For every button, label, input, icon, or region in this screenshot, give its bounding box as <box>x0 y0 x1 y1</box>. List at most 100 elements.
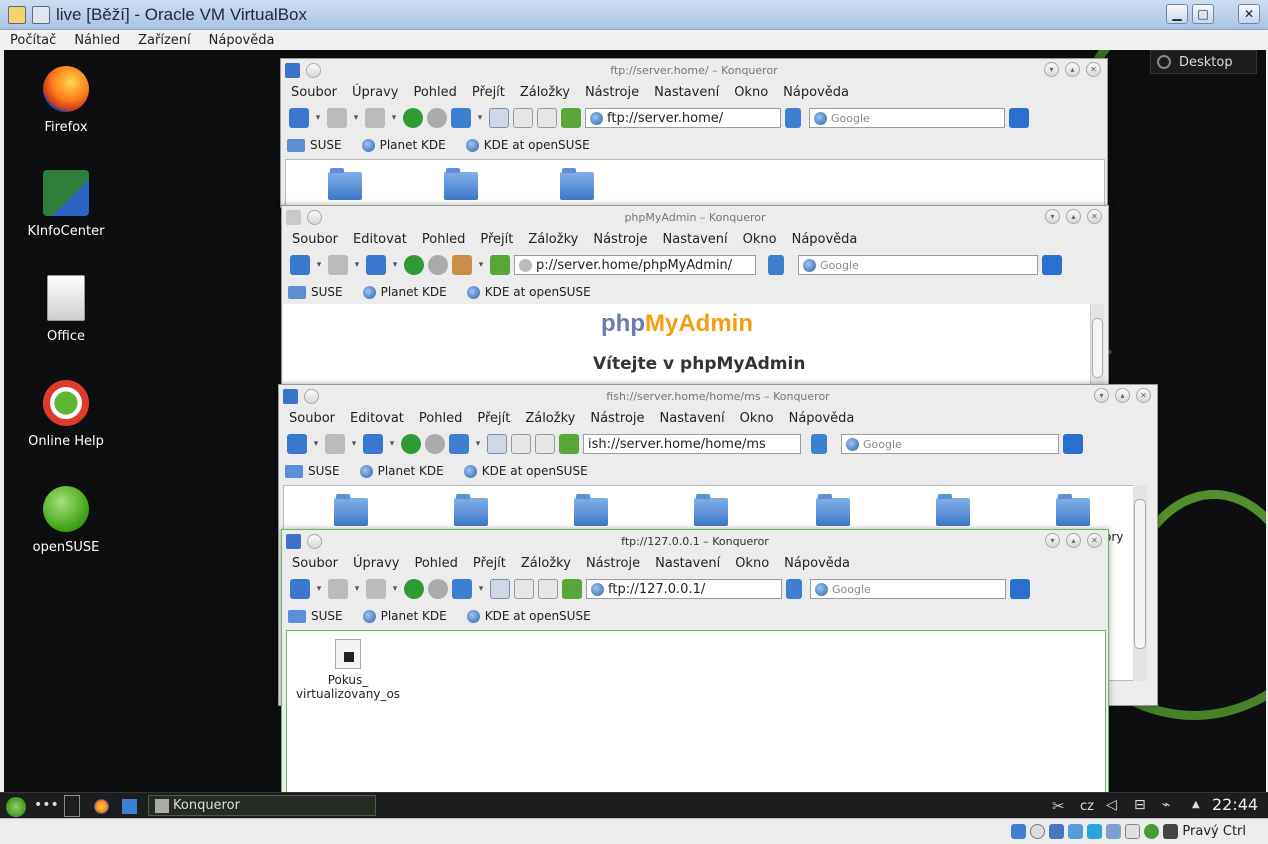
shared-folders-icon[interactable] <box>1068 824 1084 839</box>
folder-icon[interactable] <box>694 494 728 526</box>
menu-okno[interactable]: Okno <box>735 556 769 571</box>
home-icon[interactable] <box>452 255 472 275</box>
network-icon[interactable]: ⌁ <box>1162 797 1170 813</box>
firefox-launcher-icon[interactable] <box>94 799 109 814</box>
bookmark-kde-opensuse[interactable]: KDE at openSUSE <box>466 609 591 623</box>
home-folder-icon[interactable] <box>452 579 472 599</box>
menu-pohled[interactable]: Pohled <box>419 411 462 426</box>
menu-prejit[interactable]: Přejít <box>480 232 513 247</box>
tray-expand-icon[interactable]: ▲ <box>1192 799 1200 810</box>
folder-icon[interactable] <box>1056 494 1090 526</box>
web-page-view[interactable]: phpMyAdmin Vítejte v phpMyAdmin <box>283 304 1091 394</box>
konqueror-icon[interactable] <box>285 63 300 78</box>
menu-upravy[interactable]: Úpravy <box>352 85 398 100</box>
bookmark-kde-opensuse[interactable]: KDE at openSUSE <box>465 138 590 152</box>
search-box[interactable]: Google <box>841 434 1059 454</box>
minimize-icon[interactable]: ▾ <box>1044 62 1059 77</box>
hard-disk-icon[interactable] <box>1011 824 1027 839</box>
download-icon[interactable] <box>490 255 510 275</box>
forward-icon[interactable] <box>328 579 348 599</box>
konqueror-window-ftp-localhost[interactable]: ftp://127.0.0.1 – Konqueror ▾ ▴ ✕ Soubor Ú… <box>281 529 1109 793</box>
kde-logo-icon[interactable] <box>1063 434 1083 454</box>
scrollbar[interactable] <box>1133 485 1147 681</box>
menu-napoveda[interactable]: Nápověda <box>792 232 858 247</box>
menu-nastroje[interactable]: Nástroje <box>593 232 647 247</box>
scrollbar-thumb[interactable] <box>1134 499 1146 649</box>
reload-icon[interactable] <box>403 108 423 128</box>
menu-prejit[interactable]: Přejít <box>477 411 510 426</box>
file-manager-launcher-icon[interactable] <box>122 799 137 814</box>
folder-icon[interactable] <box>936 494 970 526</box>
download-icon[interactable] <box>561 108 581 128</box>
search-box[interactable]: Google <box>798 255 1038 275</box>
kde-logo-icon[interactable] <box>1010 579 1030 599</box>
home-folder-icon[interactable] <box>451 108 471 128</box>
menu-nastaveni[interactable]: Nastavení <box>663 232 728 247</box>
file-view[interactable]: Pokus_ virtualizovany_os <box>286 630 1106 792</box>
window-titlebar[interactable]: phpMyAdmin – Konqueror ▾ ▴ ✕ <box>282 206 1108 228</box>
up-icon[interactable] <box>365 108 385 128</box>
menu-pohled[interactable]: Pohled <box>414 556 457 571</box>
menu-napoveda[interactable]: Nápověda <box>789 411 855 426</box>
bookmark-planet-kde[interactable]: Planet KDE <box>359 464 444 478</box>
reload-icon[interactable] <box>404 255 424 275</box>
host-key-icon[interactable] <box>1163 824 1179 839</box>
konqueror-icon[interactable] <box>286 534 301 549</box>
tree-view-icon[interactable] <box>537 108 557 128</box>
bookmark-suse[interactable]: SUSE <box>288 285 343 299</box>
bookmark-planet-kde[interactable]: Planet KDE <box>362 609 447 623</box>
kde-logo-icon[interactable] <box>1009 108 1029 128</box>
menu-prejit[interactable]: Přejít <box>472 85 505 100</box>
menu-prejit[interactable]: Přejít <box>473 556 506 571</box>
close-button[interactable]: ✕ <box>1238 4 1260 24</box>
bookmark-kde-opensuse[interactable]: KDE at openSUSE <box>466 285 591 299</box>
folder-icon[interactable] <box>328 168 362 200</box>
search-box[interactable]: Google <box>809 108 1005 128</box>
file-item[interactable]: Pokus_ virtualizovany_os <box>293 639 403 701</box>
go-icon[interactable] <box>786 579 802 599</box>
menu-nastaveni[interactable]: Nastavení <box>654 85 719 100</box>
menu-zalozky[interactable]: Záložky <box>521 556 571 571</box>
forward-icon[interactable] <box>328 255 348 275</box>
display-icon[interactable] <box>1087 824 1103 839</box>
icon-view-icon[interactable] <box>489 108 509 128</box>
tree-view-icon[interactable] <box>535 434 555 454</box>
maximize-icon[interactable]: ▴ <box>1065 62 1080 77</box>
application-launcher-icon[interactable] <box>6 797 26 817</box>
folder-icon[interactable] <box>444 168 478 200</box>
desktop-icon-firefox[interactable]: Firefox <box>14 66 118 135</box>
pin-icon[interactable] <box>307 210 322 225</box>
folder-icon[interactable] <box>574 494 608 526</box>
forward-icon[interactable] <box>327 108 347 128</box>
stop-icon[interactable] <box>427 108 447 128</box>
stop-icon[interactable] <box>428 579 448 599</box>
menu-editovat[interactable]: Editovat <box>350 411 404 426</box>
desktop-icon-opensuse[interactable]: openSUSE <box>14 486 118 555</box>
tree-view-icon[interactable] <box>538 579 558 599</box>
window-titlebar[interactable]: ftp://127.0.0.1 – Konqueror ▾ ▴ ✕ <box>282 530 1108 552</box>
maximize-icon[interactable]: ▴ <box>1066 209 1081 224</box>
go-icon[interactable] <box>811 434 827 454</box>
home-folder-icon[interactable] <box>449 434 469 454</box>
location-bar[interactable]: ftp://server.home/ <box>585 108 781 128</box>
icon-view-icon[interactable] <box>487 434 507 454</box>
network-adapter-icon[interactable] <box>1125 824 1141 839</box>
volume-icon[interactable]: ◁ <box>1106 797 1117 813</box>
menu-soubor[interactable]: Soubor <box>292 232 338 247</box>
forward-icon[interactable] <box>325 434 345 454</box>
scrollbar[interactable] <box>1090 304 1104 394</box>
pin-icon[interactable] <box>307 534 322 549</box>
folder-icon[interactable] <box>560 168 594 200</box>
download-icon[interactable] <box>559 434 579 454</box>
back-icon[interactable] <box>289 108 309 128</box>
bookmark-suse[interactable]: SUSE <box>287 138 342 152</box>
menu-zalozky[interactable]: Záložky <box>528 232 578 247</box>
menu-soubor[interactable]: Soubor <box>292 556 338 571</box>
up-icon[interactable] <box>363 434 383 454</box>
go-icon[interactable] <box>768 255 784 275</box>
details-view-icon[interactable] <box>513 108 533 128</box>
back-icon[interactable] <box>287 434 307 454</box>
menu-soubor[interactable]: Soubor <box>289 411 335 426</box>
menu-soubor[interactable]: Soubor <box>291 85 337 100</box>
bookmark-kde-opensuse[interactable]: KDE at openSUSE <box>463 464 588 478</box>
